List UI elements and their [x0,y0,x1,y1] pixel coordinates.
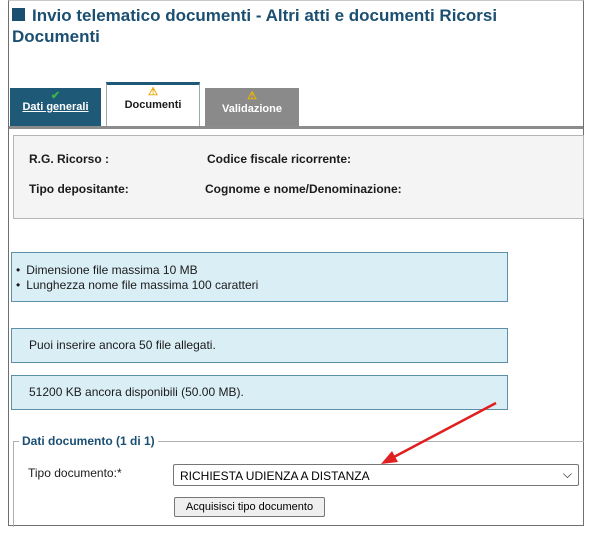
arrow-shaft [391,401,497,460]
annotation-arrow-icon [381,401,497,464]
arrow-head [381,451,398,464]
